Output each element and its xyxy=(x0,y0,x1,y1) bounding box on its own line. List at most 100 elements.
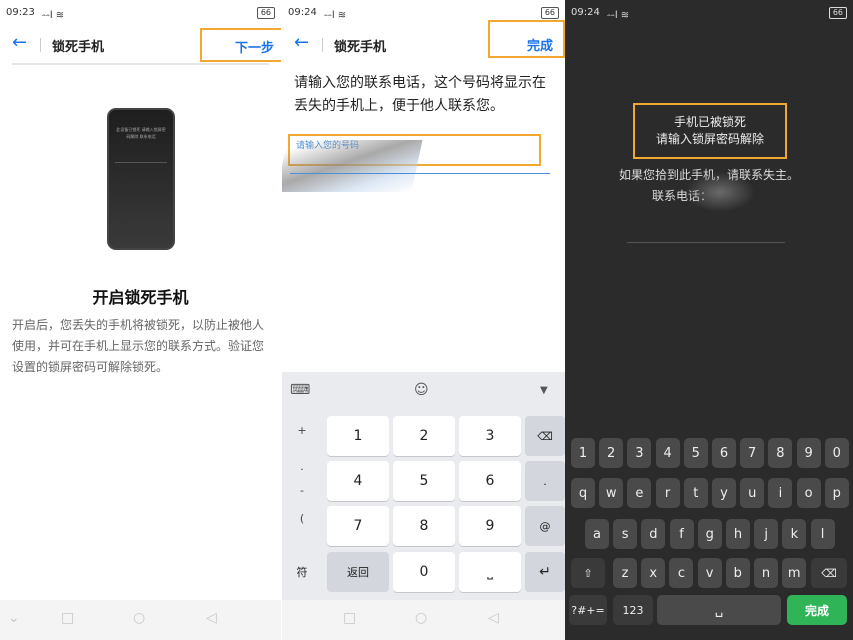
signal-wifi-icon: ⹅⹅l ≋ xyxy=(324,10,347,21)
emoji-icon[interactable]: ☺ xyxy=(414,382,429,398)
next-step-button[interactable]: 下一步 xyxy=(200,28,281,62)
key-w[interactable]: w xyxy=(599,478,624,508)
key-3[interactable]: 3 xyxy=(459,416,521,456)
key-2[interactable]: 2 xyxy=(599,438,624,468)
key-4[interactable]: 4 xyxy=(327,461,389,501)
key-1[interactable]: 1 xyxy=(327,416,389,456)
numbers-key[interactable]: 123 xyxy=(613,595,653,625)
key-h[interactable]: h xyxy=(726,519,750,549)
navigation-bar: ⌄ □ ○ ◁ xyxy=(0,600,281,640)
key-s[interactable]: s xyxy=(613,519,638,549)
key-5[interactable]: 5 xyxy=(683,438,708,468)
key-dot[interactable]: . xyxy=(525,461,565,501)
header-divider xyxy=(322,38,323,52)
key-0[interactable]: 0 xyxy=(393,552,455,592)
signal-wifi-icon: ⹅⹅l ≋ xyxy=(42,10,65,21)
back-arrow-icon[interactable]: ← xyxy=(12,32,27,53)
input-underline xyxy=(290,173,550,174)
redaction-smear xyxy=(282,140,423,192)
status-bar: 09:23 ⹅⹅l ≋ 66 xyxy=(6,6,275,22)
key-0[interactable]: 0 xyxy=(824,438,849,468)
key-8[interactable]: 8 xyxy=(393,506,455,546)
battery-icon: 66 xyxy=(540,7,559,19)
key-c[interactable]: c xyxy=(669,558,694,588)
done-key[interactable]: 完成 xyxy=(787,595,847,625)
key-l[interactable]: l xyxy=(810,519,835,549)
key-9[interactable]: 9 xyxy=(459,506,521,546)
enable-lock-screen: 09:23 ⹅⹅l ≋ 66 ← 锁死手机 下一步 此设备已锁死 请输入锁屏密码… xyxy=(0,0,281,640)
symbols-key[interactable]: ?#+= xyxy=(569,595,607,625)
shift-key-icon[interactable]: ⇧ xyxy=(571,558,605,588)
contact-intro-text: 请输入您的联系电话，这个号码将显示在丢失的手机上，便于他人联系您。 xyxy=(294,75,546,114)
return-key[interactable]: 返回 xyxy=(327,552,389,592)
space-key-icon[interactable]: ⎵ xyxy=(459,552,521,592)
header-divider xyxy=(40,38,41,52)
backspace-key-icon[interactable]: ⌫ xyxy=(811,558,847,588)
key-1[interactable]: 1 xyxy=(571,438,595,468)
key-7[interactable]: 7 xyxy=(740,438,765,468)
key-e[interactable]: e xyxy=(627,478,652,508)
keyboard-switch-icon[interactable]: ⌨ xyxy=(290,382,310,398)
key-4[interactable]: 4 xyxy=(655,438,680,468)
key-6[interactable]: 6 xyxy=(459,461,521,501)
enter-key-icon[interactable]: ↵ xyxy=(525,552,565,592)
nav-recents-icon[interactable]: □ xyxy=(343,610,356,626)
page-title: 锁死手机 xyxy=(52,40,105,55)
key-t[interactable]: t xyxy=(683,478,708,508)
header: ← 锁死手机 下一步 xyxy=(0,28,281,62)
key-7[interactable]: 7 xyxy=(327,506,389,546)
qwerty-keyboard: 1 2 3 4 5 6 7 8 9 0 q w e r t y u i o p a s d f g h j k l ⇧ z x c v b n m ⌫ ?#… xyxy=(565,0,853,640)
nav-home-icon[interactable]: ○ xyxy=(133,610,145,626)
key-y[interactable]: y xyxy=(712,478,736,508)
page-title: 锁死手机 xyxy=(334,40,387,55)
key-p[interactable]: p xyxy=(824,478,849,508)
nav-home-icon[interactable]: ○ xyxy=(415,610,427,626)
key-3[interactable]: 3 xyxy=(627,438,652,468)
key-r[interactable]: r xyxy=(655,478,680,508)
key-z[interactable]: z xyxy=(613,558,637,588)
key-k[interactable]: k xyxy=(782,519,807,549)
key-plus[interactable]: + xyxy=(282,424,322,437)
key-dot-side[interactable]: . xyxy=(282,460,322,473)
locked-phone-screen: 09:24 ⹅⹅l ≋ 66 手机已被锁死 请输入锁屏密码解除 如果您拾到此手机… xyxy=(565,0,853,640)
done-button[interactable]: 完成 xyxy=(488,20,565,58)
key-minus[interactable]: - xyxy=(282,484,322,497)
phone-illustration: 此设备已锁死 请输入锁屏密码解除 联系电话 xyxy=(107,108,175,250)
key-f[interactable]: f xyxy=(669,519,694,549)
numeric-keyboard: ⌨ ☺ ▼ + . - ( 1 2 3 ⌫ 4 5 6 . 7 8 9 @ 符 … xyxy=(282,372,565,600)
symbol-key[interactable]: 符 xyxy=(282,552,322,592)
key-5[interactable]: 5 xyxy=(393,461,455,501)
status-time: 09:23 xyxy=(6,7,35,18)
hide-keyboard-icon[interactable]: ▼ xyxy=(540,385,548,396)
key-d[interactable]: d xyxy=(641,519,666,549)
key-g[interactable]: g xyxy=(697,519,722,549)
keyboard-toolbar: ⌨ ☺ ▼ xyxy=(282,372,565,412)
nav-recents-icon[interactable]: □ xyxy=(61,610,74,626)
nav-collapse-icon[interactable]: ⌄ xyxy=(8,610,20,626)
phone-screen-line xyxy=(115,162,167,163)
delete-key-icon[interactable]: ⌫ xyxy=(525,416,565,456)
key-a[interactable]: a xyxy=(585,519,609,549)
key-b[interactable]: b xyxy=(725,558,750,588)
key-q[interactable]: q xyxy=(571,478,595,508)
key-x[interactable]: x xyxy=(641,558,666,588)
key-i[interactable]: i xyxy=(768,478,793,508)
back-arrow-icon[interactable]: ← xyxy=(294,32,309,53)
key-paren[interactable]: ( xyxy=(282,512,322,525)
navigation-bar: □ ○ ◁ xyxy=(282,600,565,640)
key-at[interactable]: @ xyxy=(525,506,565,546)
key-v[interactable]: v xyxy=(697,558,722,588)
key-u[interactable]: u xyxy=(740,478,765,508)
key-o[interactable]: o xyxy=(796,478,821,508)
key-6[interactable]: 6 xyxy=(712,438,736,468)
key-j[interactable]: j xyxy=(754,519,779,549)
space-key-icon[interactable]: ␣ xyxy=(657,595,781,625)
key-9[interactable]: 9 xyxy=(796,438,821,468)
nav-back-icon[interactable]: ◁ xyxy=(206,610,217,626)
nav-back-icon[interactable]: ◁ xyxy=(488,610,499,626)
header: ← 锁死手机 完成 xyxy=(282,20,565,60)
key-8[interactable]: 8 xyxy=(768,438,793,468)
key-m[interactable]: m xyxy=(782,558,807,588)
key-2[interactable]: 2 xyxy=(393,416,455,456)
key-n[interactable]: n xyxy=(754,558,778,588)
